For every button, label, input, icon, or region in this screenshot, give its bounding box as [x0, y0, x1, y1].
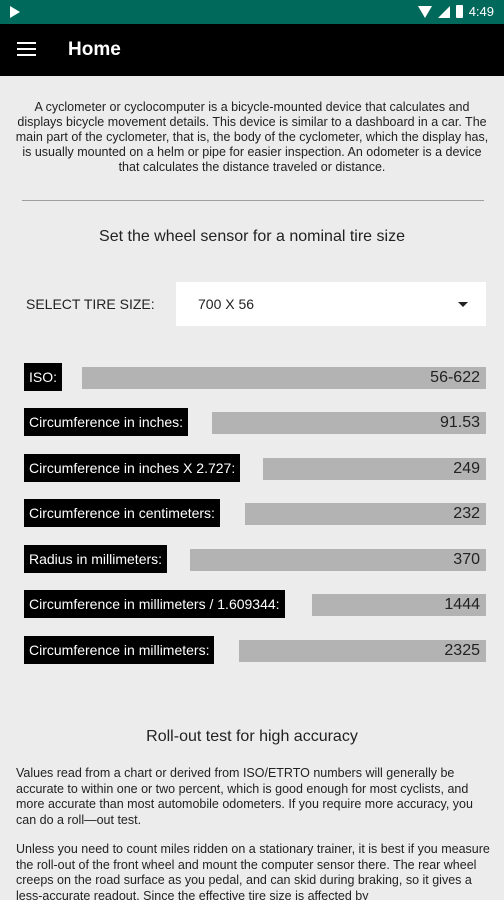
- result-label-circumference-inches: Circumference in inches:: [24, 408, 189, 436]
- result-label-iso: ISO:: [24, 363, 63, 391]
- result-row-circumference-inches: 91.53 Circumference in inches:: [24, 408, 486, 436]
- status-icons: 4:49: [417, 4, 494, 19]
- tire-size-label: SELECT TIRE SIZE:: [26, 296, 155, 312]
- result-row-circumference-cm: 232 Circumference in centimeters:: [24, 499, 486, 527]
- result-row-radius-mm: 370 Radius in millimeters:: [24, 545, 486, 573]
- cell-signal-icon: [437, 5, 450, 18]
- page-title: Home: [68, 39, 121, 60]
- result-label-circumference-inches-x2727: Circumference in inches X 2.727:: [24, 454, 241, 482]
- dropdown-arrow-icon: [458, 302, 468, 307]
- tire-size-select[interactable]: 700 X 56: [176, 282, 486, 326]
- divider: [22, 200, 484, 201]
- result-value-circumference-inches: 91.53: [212, 412, 486, 434]
- play-icon: [10, 6, 20, 18]
- result-label-circumference-cm: Circumference in centimeters:: [24, 499, 220, 527]
- tire-size-value: 700 X 56: [198, 296, 255, 312]
- sensor-heading: Set the wheel sensor for a nominal tire …: [99, 228, 405, 245]
- hamburger-menu-icon[interactable]: [17, 42, 36, 56]
- result-row-circumference-inches-x2727: 249 Circumference in inches X 2.727:: [24, 454, 486, 482]
- result-row-circumference-mm: 2325 Circumference in millimeters:: [24, 636, 486, 664]
- result-value-iso: 56-622: [82, 367, 486, 389]
- intro-text: A cyclometer or cyclocomputer is a bicyc…: [15, 100, 489, 174]
- rollout-heading: Roll-out test for high accuracy: [146, 728, 358, 745]
- result-value-radius-mm: 370: [190, 549, 486, 571]
- result-row-circumference-mm-div: 1444 Circumference in millimeters / 1.60…: [24, 590, 486, 618]
- battery-icon: [455, 5, 463, 18]
- result-label-radius-mm: Radius in millimeters:: [24, 545, 168, 573]
- result-value-circumference-inches-x2727: 249: [263, 458, 486, 480]
- result-label-circumference-mm-div: Circumference in millimeters / 1.609344:: [24, 590, 285, 618]
- status-bar: 4:49: [0, 0, 504, 24]
- result-label-circumference-mm: Circumference in millimeters:: [24, 636, 215, 664]
- result-row-iso: 56-622 ISO:: [24, 363, 486, 391]
- result-value-circumference-mm: 2325: [239, 640, 486, 662]
- rollout-paragraph-2: Unless you need to count miles ridden on…: [16, 842, 490, 900]
- rollout-paragraph-1: Values read from a chart or derived from…: [16, 766, 473, 827]
- result-value-circumference-cm: 232: [245, 503, 486, 525]
- status-time: 4:49: [468, 4, 494, 19]
- result-value-circumference-mm-div: 1444: [312, 594, 486, 616]
- app-bar: Home: [0, 24, 504, 76]
- wifi-icon: [417, 5, 432, 18]
